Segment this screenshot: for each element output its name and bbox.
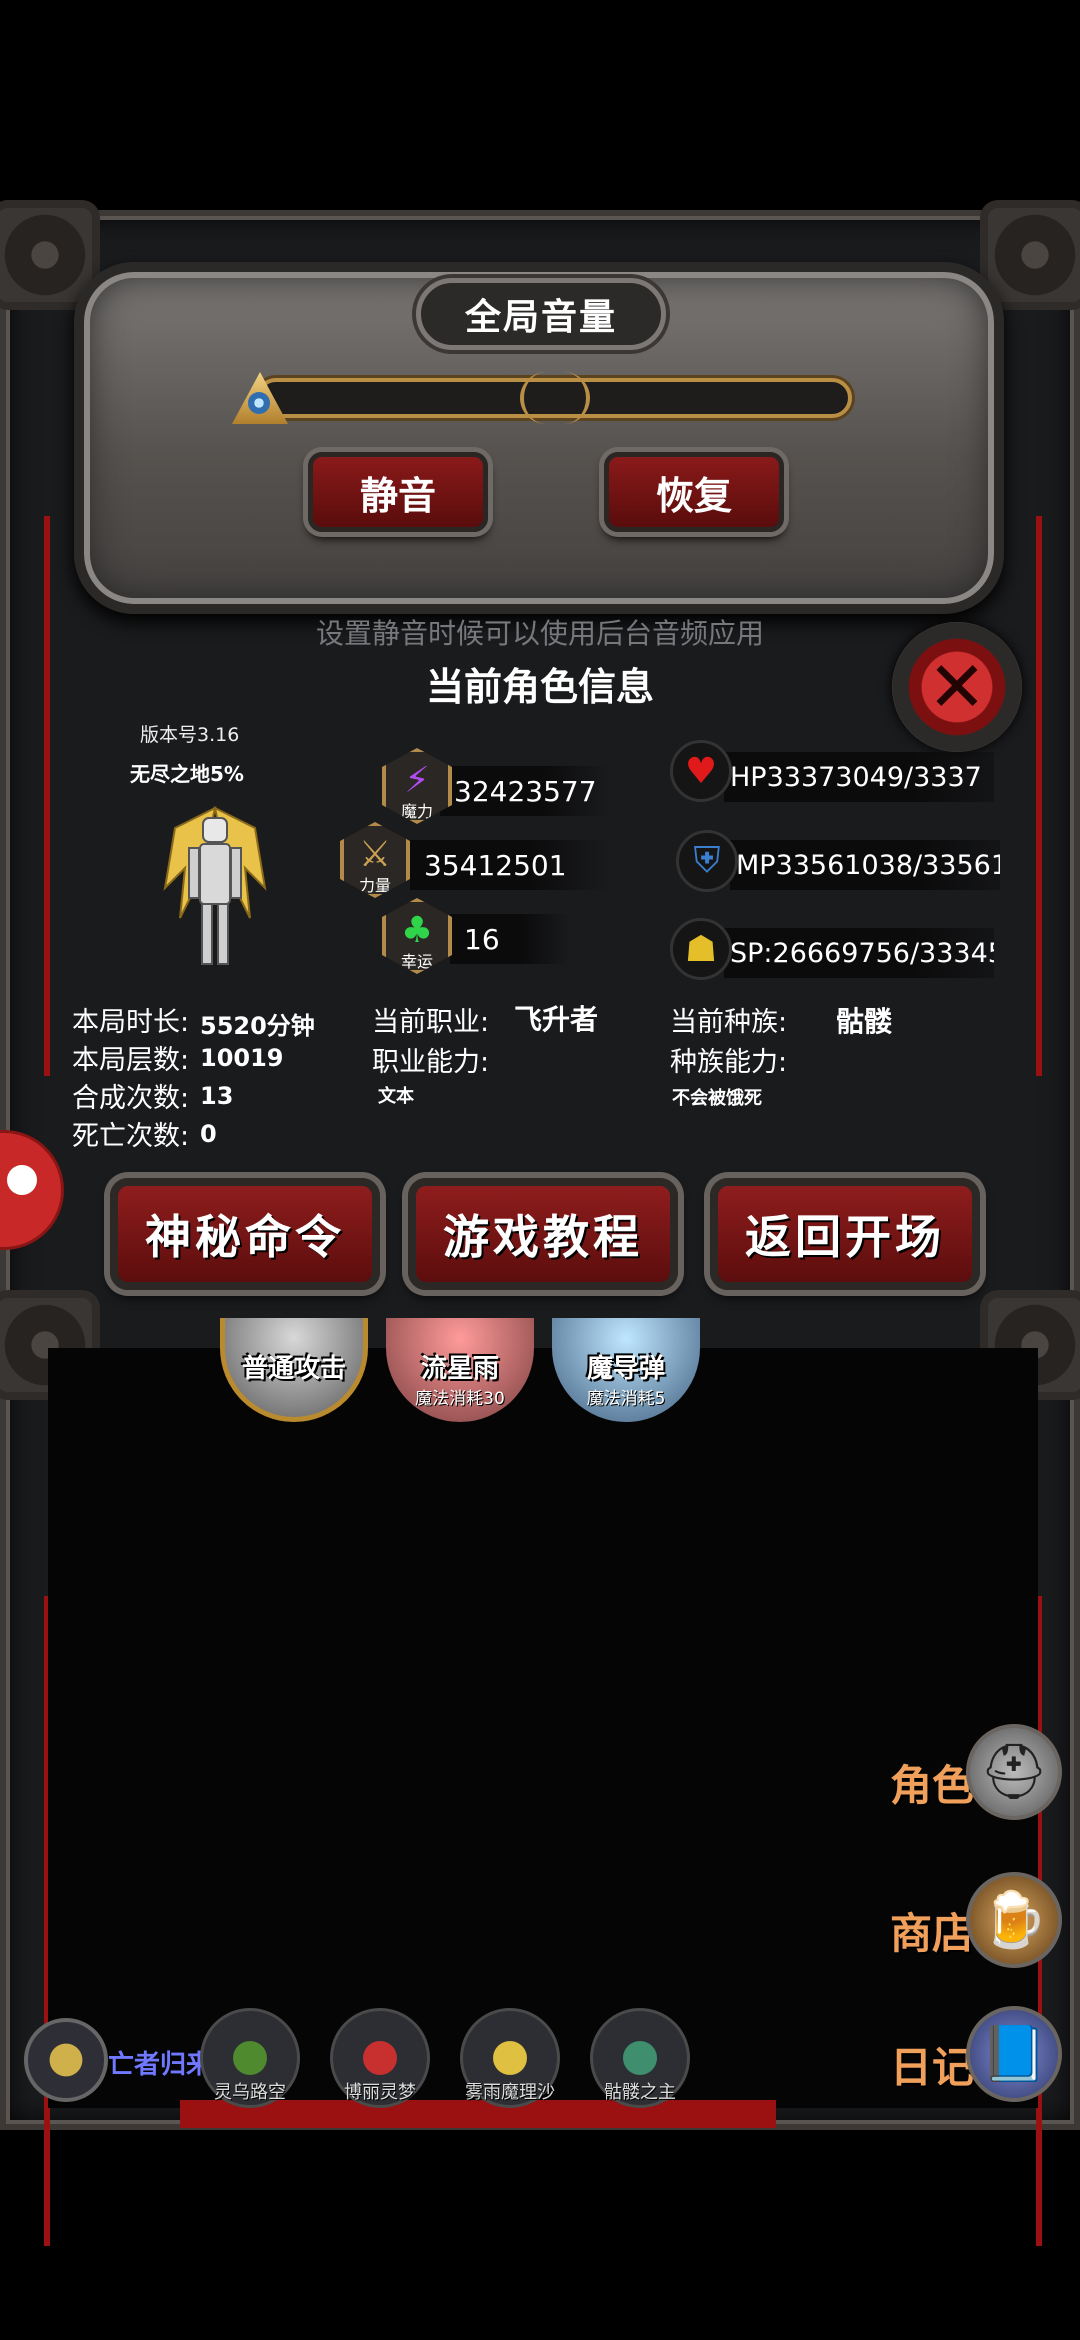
party-member-name: 雾雨魔理沙 bbox=[465, 2082, 555, 2103]
menu-character[interactable]: 角色 ⛑ bbox=[880, 1716, 1062, 1836]
skill-cost: 魔法消耗5 bbox=[586, 1389, 666, 1409]
muscle-icon: ☗ bbox=[670, 918, 732, 980]
menu-shop-label: 商店 bbox=[890, 1909, 975, 1958]
job-ability-label: 职业能力: bbox=[372, 1047, 490, 1078]
version-label: 版本号3.16 bbox=[140, 724, 240, 746]
frame-rail bbox=[1036, 516, 1042, 1076]
clover-icon: ♣ bbox=[400, 910, 434, 951]
party-member-name: 灵乌路空 bbox=[214, 2082, 286, 2103]
duration-value: 5520分钟 bbox=[200, 1012, 315, 1040]
character-sprite bbox=[163, 806, 267, 965]
luck-stat-value: 16 bbox=[450, 914, 570, 964]
floors-label: 本局层数: bbox=[72, 1045, 190, 1076]
sword-icon: ⚔ bbox=[358, 834, 392, 875]
beer-mug-icon: 🍺 bbox=[966, 1872, 1062, 1968]
skill-cost: 魔法消耗30 bbox=[415, 1389, 505, 1409]
skill-meteor[interactable]: 流星雨 魔法消耗30 bbox=[386, 1318, 534, 1422]
restore-button[interactable]: 恢复 bbox=[604, 452, 784, 532]
strength-stat-value: 35412501 bbox=[410, 840, 610, 890]
job-ability-value: 文本 bbox=[378, 1086, 414, 1107]
race-label: 当前种族: bbox=[670, 1007, 788, 1038]
job-value: 飞升者 bbox=[514, 1003, 599, 1036]
frame-rail bbox=[44, 516, 50, 1076]
volume-title-plate: 全局音量 bbox=[416, 278, 666, 350]
book-icon: 📘 bbox=[966, 2006, 1062, 2102]
user-icon bbox=[7, 1165, 37, 1195]
hp-value: HP33373049/3337 bbox=[724, 752, 994, 802]
tutorial-button[interactable]: 游戏教程 bbox=[408, 1178, 678, 1290]
deaths-value: 0 bbox=[200, 1120, 217, 1148]
sp-value: SP:26669756/33345 bbox=[724, 928, 994, 978]
crafts-value: 13 bbox=[200, 1082, 234, 1110]
party-member-name: 博丽灵梦 bbox=[344, 2082, 416, 2103]
skill-magic-missile[interactable]: 魔导弹 魔法消耗5 bbox=[552, 1318, 700, 1422]
job-label: 当前职业: bbox=[372, 1007, 490, 1038]
party-member-name: 骷髅之主 bbox=[604, 2082, 676, 2103]
party-leader-portrait[interactable] bbox=[24, 2018, 108, 2102]
area-progress: 无尽之地5% bbox=[130, 762, 244, 786]
return-start-button[interactable]: 返回开场 bbox=[710, 1178, 980, 1290]
lightning-icon: ⚡ bbox=[404, 760, 430, 801]
crafts-label: 合成次数: bbox=[72, 1083, 190, 1114]
character-info-title: 当前角色信息 bbox=[425, 665, 654, 709]
party-leader-name: 亡者归来 bbox=[108, 2050, 213, 2080]
race-ability-value: 不会被饿死 bbox=[672, 1088, 762, 1109]
helmet-icon: ⛑ bbox=[966, 1724, 1062, 1820]
menu-shop[interactable]: 商店 🍺 bbox=[880, 1864, 1062, 1984]
secret-command-button[interactable]: 神秘命令 bbox=[110, 1178, 380, 1290]
floors-value: 10019 bbox=[200, 1044, 284, 1072]
bottom-rail bbox=[180, 2100, 776, 2128]
heart-icon: ♥ bbox=[670, 740, 732, 802]
slider-ornament bbox=[520, 372, 590, 424]
skill-name: 魔导弹 bbox=[586, 1354, 665, 1384]
skill-name: 流星雨 bbox=[420, 1354, 499, 1384]
deaths-label: 死亡次数: bbox=[72, 1121, 190, 1152]
race-ability-label: 种族能力: bbox=[670, 1047, 788, 1078]
mute-button[interactable]: 静音 bbox=[308, 452, 488, 532]
mp-value: MP33561038/33561 bbox=[730, 840, 1000, 890]
volume-title: 全局音量 bbox=[464, 297, 617, 338]
armor-icon: ⛨ bbox=[676, 830, 738, 892]
menu-diary-label: 日记 bbox=[890, 2043, 975, 2092]
race-value: 骷髅 bbox=[836, 1005, 893, 1038]
slider-knob-gem bbox=[248, 392, 270, 414]
menu-diary[interactable]: 日记 📘 bbox=[880, 1998, 1062, 2118]
menu-character-label: 角色 bbox=[890, 1761, 975, 1810]
skill-name: 普通攻击 bbox=[241, 1354, 346, 1384]
duration-label: 本局时长: bbox=[72, 1007, 190, 1038]
magic-stat-value: 32423577 bbox=[440, 766, 610, 816]
